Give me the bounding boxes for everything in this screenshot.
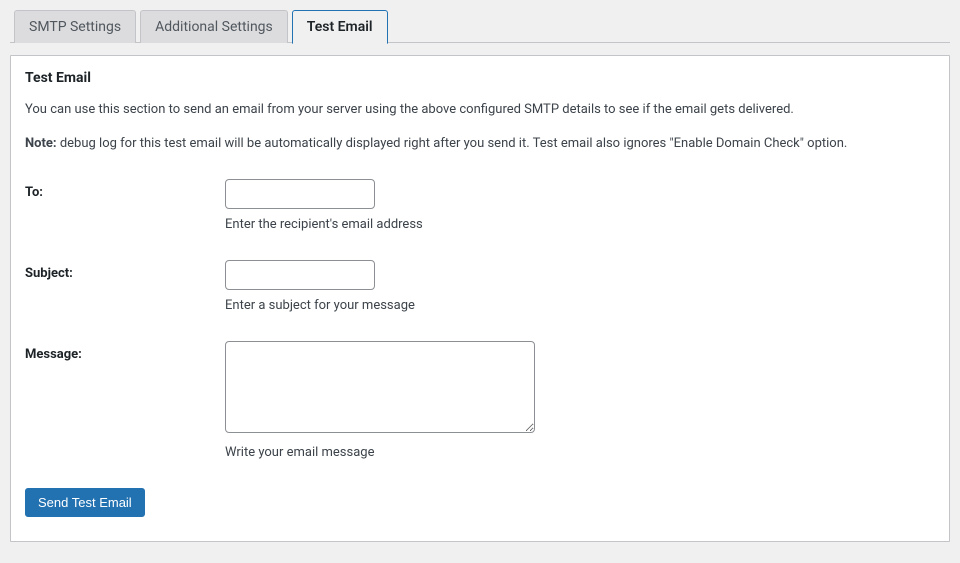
tab-smtp-settings[interactable]: SMTP Settings (14, 10, 136, 43)
panel-intro: You can use this section to send an emai… (25, 100, 935, 120)
note-label: Note: (25, 136, 57, 151)
message-textarea[interactable] (225, 341, 535, 433)
to-helper: Enter the recipient's email address (225, 217, 935, 232)
subject-input[interactable] (225, 260, 375, 290)
tab-test-email[interactable]: Test Email (292, 10, 388, 44)
subject-label: Subject: (25, 260, 225, 281)
form-row-message: Message: Write your email message (25, 341, 935, 460)
submit-row: Send Test Email (25, 488, 935, 517)
tab-row: SMTP Settings Additional Settings Test E… (10, 10, 950, 43)
panel-note: Note: debug log for this test email will… (25, 134, 935, 154)
note-text: debug log for this test email will be au… (57, 136, 848, 151)
form-row-subject: Subject: Enter a subject for your messag… (25, 260, 935, 313)
message-label: Message: (25, 341, 225, 362)
to-label: To: (25, 179, 225, 200)
form-row-to: To: Enter the recipient's email address (25, 179, 935, 232)
subject-helper: Enter a subject for your message (225, 298, 935, 313)
send-test-email-button[interactable]: Send Test Email (25, 488, 145, 517)
to-field-wrap: Enter the recipient's email address (225, 179, 935, 232)
tab-additional-settings[interactable]: Additional Settings (140, 10, 288, 43)
to-input[interactable] (225, 179, 375, 209)
message-helper: Write your email message (225, 445, 935, 460)
subject-field-wrap: Enter a subject for your message (225, 260, 935, 313)
panel-title: Test Email (25, 70, 935, 86)
message-field-wrap: Write your email message (225, 341, 935, 460)
test-email-panel: Test Email You can use this section to s… (10, 55, 950, 542)
